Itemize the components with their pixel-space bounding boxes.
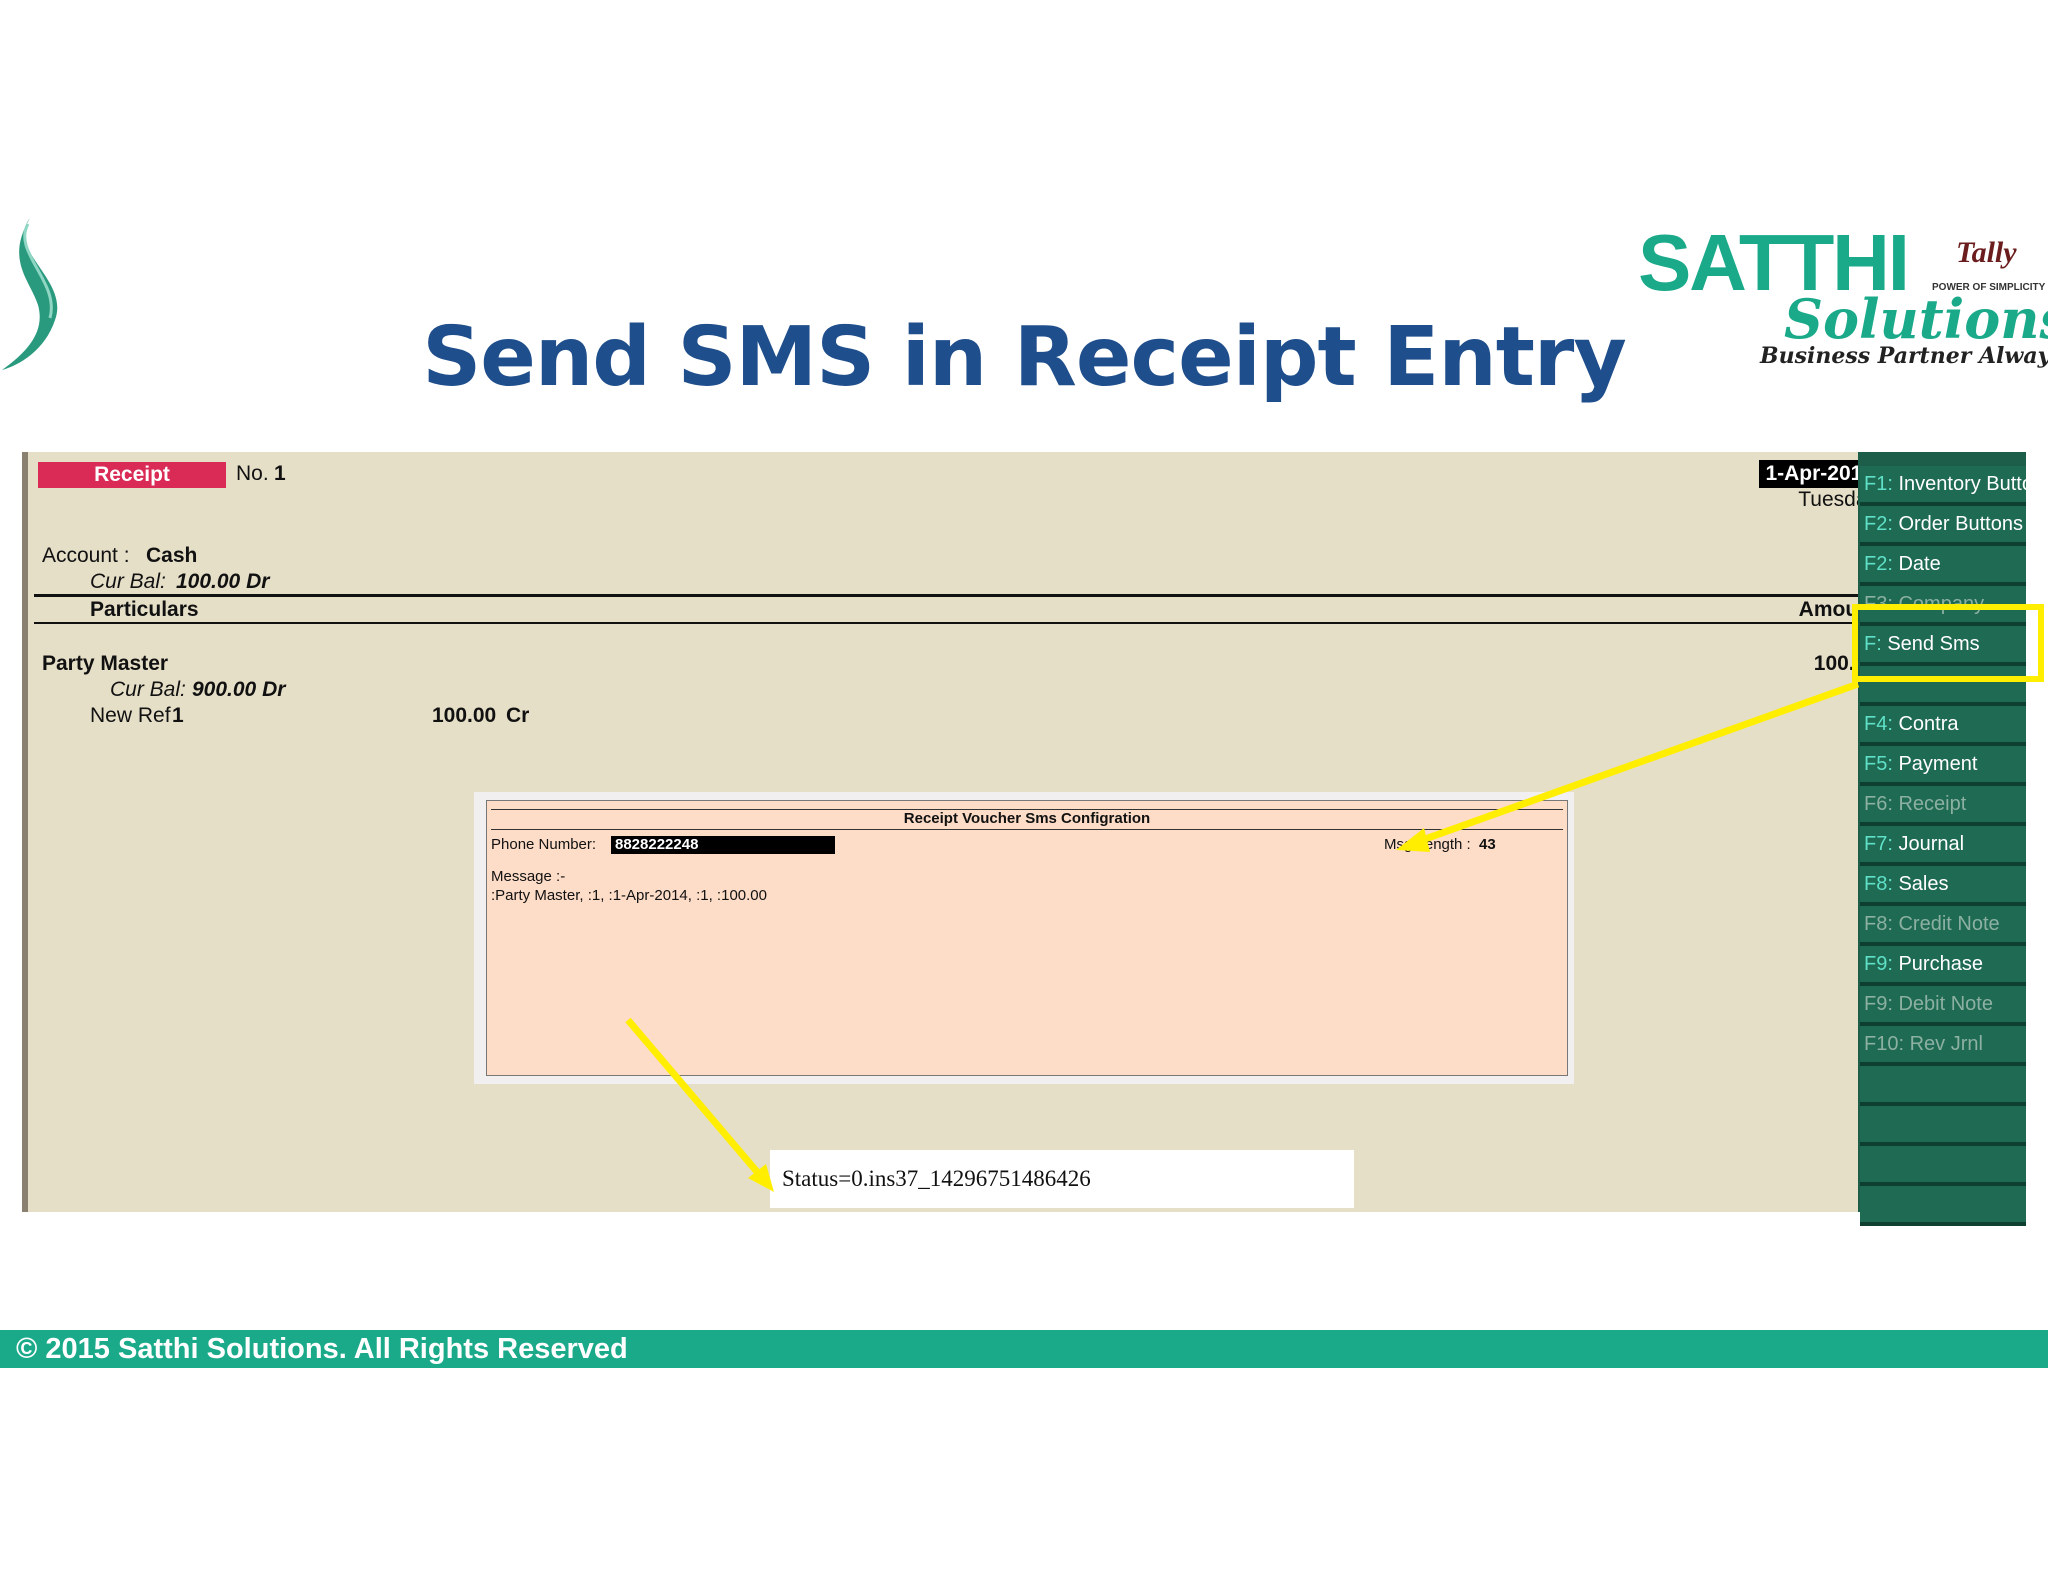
sidebar-button-key: F5: [1864, 753, 1893, 775]
sidebar-button-1[interactable]: F2: Order Buttons [1860, 506, 2026, 546]
sidebar-button-9[interactable]: F7: Journal [1860, 826, 2026, 866]
sidebar-empty-slot [1860, 1186, 2026, 1226]
msg-length-label: Msg Length : [1384, 836, 1471, 853]
sidebar-button-key: F8: [1864, 873, 1893, 895]
sidebar-button-label: Contra [1898, 713, 1959, 735]
col-particulars: Particulars [90, 598, 199, 621]
sidebar-button-label: Date [1898, 553, 1941, 575]
sidebar-button-8[interactable]: F6: Receipt [1860, 786, 2026, 826]
sidebar-button-key: F1: [1864, 473, 1893, 495]
button-bar: F1: Inventory ButtonsF2: Order ButtonsF2… [1858, 452, 2026, 1226]
sidebar-button-13[interactable]: F9: Debit Note [1860, 986, 2026, 1026]
sidebar-button-10[interactable]: F8: Sales [1860, 866, 2026, 906]
logo-tally: Tally [1956, 236, 2017, 269]
account-value[interactable]: Cash [146, 544, 197, 568]
send-sms-highlight-box [1852, 604, 2044, 682]
sidebar-button-14[interactable]: F10: Rev Jrnl [1860, 1026, 2026, 1066]
sidebar-button-key: F9: [1864, 993, 1893, 1015]
account-label: Account : [42, 544, 130, 567]
bill-ref-side[interactable]: Cr [506, 704, 529, 728]
voucher-no[interactable]: 1 [274, 462, 286, 486]
sidebar-button-key: F2: [1864, 513, 1893, 535]
sidebar-button-key: F9: [1864, 953, 1893, 975]
sidebar-empty-slot [1860, 1106, 2026, 1146]
bill-ref-amount[interactable]: 100.00 [432, 704, 496, 728]
sidebar-button-key: F4: [1864, 713, 1893, 735]
sidebar-button-label: Journal [1898, 833, 1965, 855]
dialog-title: Receipt Voucher Sms Configration [903, 810, 1151, 827]
phone-number-field[interactable]: 8828222248 [611, 836, 835, 854]
sidebar-button-label: Inventory Buttons [1898, 473, 2026, 495]
sidebar-button-7[interactable]: F5: Payment [1860, 746, 2026, 786]
logo-tagline: Business Partner Always [1759, 343, 2048, 369]
header-top-rule [34, 594, 1880, 597]
sidebar-button-0[interactable]: F1: Inventory Buttons [1860, 466, 2026, 506]
sidebar-button-2[interactable]: F2: Date [1860, 546, 2026, 586]
sidebar-button-6[interactable]: F4: Contra [1860, 706, 2026, 746]
logo-script: Solutions [1784, 287, 2048, 351]
sidebar-button-key: F8: [1864, 913, 1893, 935]
sidebar-button-label: Receipt [1898, 793, 1967, 815]
sidebar-button-key: F6: [1864, 793, 1893, 815]
phone-label: Phone Number: [491, 836, 597, 853]
sidebar-button-key: F10: [1864, 1033, 1905, 1055]
sidebar-button-label: Purchase [1898, 953, 1983, 975]
sidebar-button-label: Payment [1898, 753, 1978, 775]
sidebar-button-label: Order Buttons [1898, 513, 2023, 535]
sidebar-button-label: Sales [1898, 873, 1949, 895]
account-cur-bal-label: Cur Bal: [90, 570, 166, 593]
sidebar-button-11[interactable]: F8: Credit Note [1860, 906, 2026, 946]
account-cur-bal: 100.00 Dr [176, 570, 270, 593]
msg-length-value: 43 [1479, 836, 1496, 853]
sidebar-button-key: F7: [1864, 833, 1893, 855]
message-label: Message :- [491, 868, 566, 885]
satthi-logo: SATTHI Tally POWER OF SIMPLICITY Solutio… [1638, 218, 2048, 369]
sidebar-button-label: Rev Jrnl [1909, 1033, 1983, 1055]
sms-config-dialog: Receipt Voucher Sms Configration Phone N… [474, 792, 1574, 1084]
sms-status-result: Status=0.ins37_14296751486426 [770, 1150, 1354, 1208]
slide-footer: © 2015 Satthi Solutions. All Rights Rese… [0, 1330, 2048, 1368]
sidebar-empty-slot [1860, 1066, 2026, 1106]
party-cur-bal-label: Cur Bal: [110, 678, 186, 701]
sidebar-button-key: F2: [1864, 553, 1893, 575]
message-field[interactable]: :Party Master, :1, :1-Apr-2014, :1, :100… [491, 887, 767, 904]
party-cur-bal: 900.00 Dr [192, 678, 286, 701]
bill-ref-no[interactable]: 1 [172, 704, 184, 728]
sidebar-button-label: Credit Note [1898, 913, 2000, 935]
voucher-type-badge: Receipt [38, 462, 226, 488]
voucher-no-label: No. [236, 462, 269, 485]
dialog-title-rule [491, 829, 1563, 830]
bill-ref-type[interactable]: New Ref [90, 704, 171, 728]
party-name[interactable]: Party Master [42, 652, 168, 676]
sidebar-button-12[interactable]: F9: Purchase [1860, 946, 2026, 986]
sidebar-button-label: Debit Note [1898, 993, 1993, 1015]
header-bottom-rule [34, 622, 1880, 624]
sms-config-panel: Receipt Voucher Sms Configration Phone N… [486, 800, 1568, 1076]
sidebar-empty-slot [1860, 1146, 2026, 1186]
